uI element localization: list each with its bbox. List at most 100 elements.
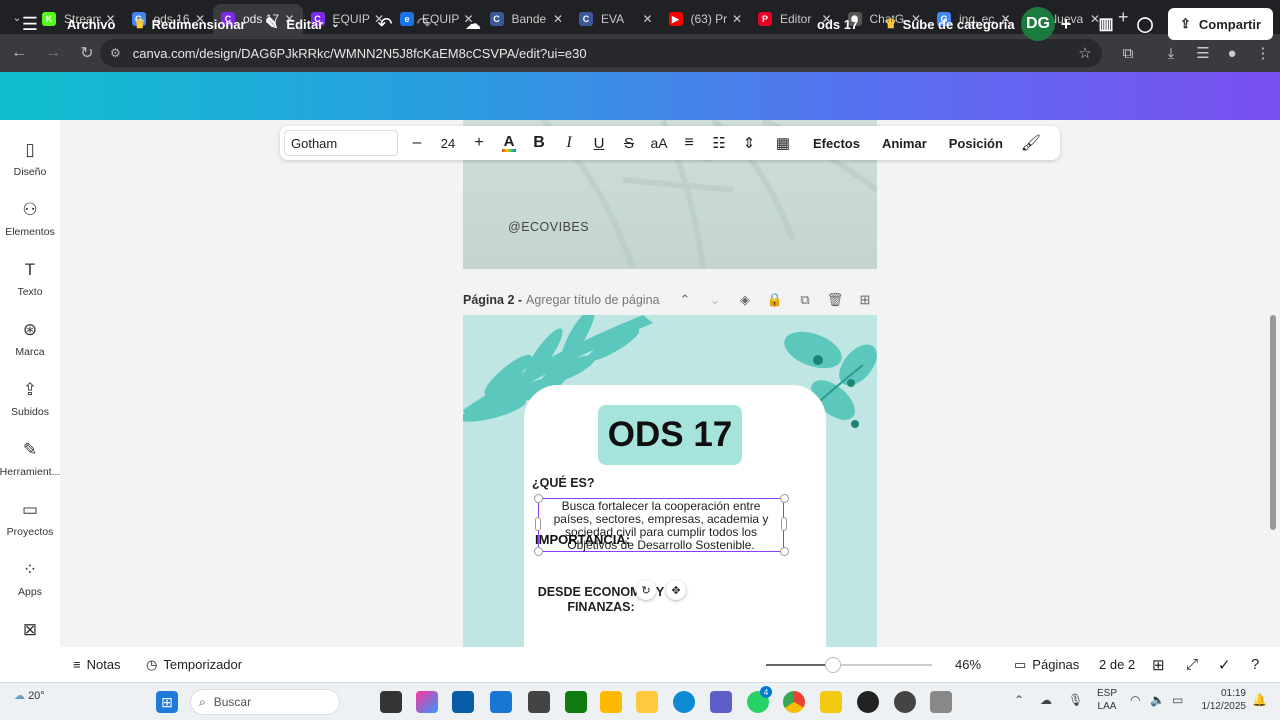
resize-handle-tr[interactable] <box>780 494 789 503</box>
download-icon[interactable]: ⤓ <box>1156 38 1186 68</box>
add-page-icon[interactable]: ⊞ <box>855 290 875 310</box>
design-title[interactable]: ods 17 <box>817 0 858 48</box>
list-icon[interactable]: ☷ <box>704 130 734 156</box>
strikethrough-icon[interactable]: S <box>614 130 644 156</box>
lock-icon[interactable]: 🔒 <box>765 290 785 310</box>
store-icon[interactable] <box>452 691 474 713</box>
resize-handle-tl[interactable] <box>534 494 543 503</box>
avatar[interactable]: DG <box>1021 7 1055 41</box>
zoom-slider[interactable] <box>766 647 932 682</box>
vscode-icon[interactable] <box>490 691 512 713</box>
copilot-icon[interactable] <box>416 691 438 713</box>
upgrade-button[interactable]: ♛ Sube de categoría <box>885 0 1015 48</box>
forward-icon[interactable]: → <box>38 38 68 68</box>
explorer-icon[interactable] <box>600 691 622 713</box>
underline-icon[interactable]: U <box>584 130 614 156</box>
battery-icon[interactable]: ▭ <box>1172 693 1183 707</box>
sidebar-item-7[interactable]: ⁘ Apps <box>0 558 60 614</box>
increase-size-button[interactable]: + <box>464 130 494 156</box>
que-es-heading[interactable]: ¿QUÉ ES? <box>532 476 595 490</box>
notes-button[interactable]: ≡ Notas <box>73 647 121 682</box>
taskbar-search[interactable]: ⌕ Buscar <box>190 689 340 715</box>
tray-app-icon[interactable]: ☁ <box>1040 693 1052 707</box>
sidebar-item-6[interactable]: ▭ Proyectos <box>0 498 60 554</box>
delete-page-icon[interactable]: 🗑 <box>825 290 845 310</box>
tray-chevron-icon[interactable]: ⌃ <box>1014 693 1024 707</box>
sidebar-item-0[interactable]: ▯ Diseño <box>0 138 60 194</box>
effects-button[interactable]: Efectos <box>802 130 871 156</box>
ecovibes-handle[interactable]: @ECOVIBES <box>508 220 589 234</box>
site-info-icon[interactable]: ⚙ <box>110 46 121 60</box>
browser-tab[interactable]: C EVA ✕ <box>571 4 661 34</box>
weather-widget[interactable]: ☁ 20° <box>14 689 45 702</box>
grid-view-icon[interactable]: ⊞ <box>1152 647 1165 682</box>
sidebar-item-5[interactable]: ✎ Herramient... <box>0 438 60 494</box>
chatgpt-icon[interactable] <box>857 691 879 713</box>
font-size-field[interactable]: 24 <box>432 130 464 156</box>
move-icon[interactable]: ✥ <box>666 580 686 600</box>
italic-icon[interactable]: I <box>554 130 584 156</box>
cloud-save-icon[interactable]: ☁ <box>462 0 484 48</box>
letter-case-icon[interactable]: aA <box>644 130 674 156</box>
transparency-icon[interactable]: ▦ <box>764 130 802 156</box>
profile-icon[interactable]: ● <box>1217 38 1247 68</box>
browser-tab[interactable]: ▶ (63) Pr ✕ <box>661 4 751 34</box>
bold-icon[interactable]: B <box>524 130 554 156</box>
hamburger-icon[interactable]: ☰ <box>18 0 42 48</box>
redimensionar-button[interactable]: ♛ Redimensionar <box>134 0 246 48</box>
format-painter-icon[interactable]: 🖌 <box>1014 130 1048 156</box>
wifi-icon[interactable]: ◠ <box>1130 693 1140 707</box>
sidebar-item-3[interactable]: ⊛ Marca <box>0 318 60 374</box>
spacing-icon[interactable]: ⇕ <box>734 130 764 156</box>
mic-icon[interactable]: 🎙 <box>1068 693 1083 707</box>
chrome-icon[interactable] <box>783 691 805 713</box>
page-2[interactable]: ODS 17 ¿QUÉ ES? Busca fortalecer la coop… <box>463 315 877 647</box>
decrease-size-button[interactable]: – <box>402 130 432 156</box>
check-icon[interactable]: ✓ <box>1218 647 1231 682</box>
edge-icon[interactable] <box>673 691 695 713</box>
comment-icon[interactable]: ◯ <box>1135 0 1155 48</box>
sidebar-item-1[interactable]: ⚇ Elementos <box>0 198 60 254</box>
position-button[interactable]: Posición <box>938 130 1014 156</box>
folder-icon[interactable] <box>636 691 658 713</box>
duplicate-page-icon[interactable]: ⧉ <box>795 290 815 310</box>
animate-button[interactable]: Animar <box>871 130 938 156</box>
resize-handle-left[interactable] <box>535 517 541 531</box>
add-collaborator-icon[interactable]: + <box>1058 0 1074 48</box>
undo-icon[interactable]: ↶ <box>375 0 395 48</box>
zoom-thumb[interactable] <box>825 656 841 673</box>
canvas-scrollbar[interactable] <box>1270 315 1276 530</box>
new-tab-icon[interactable]: + <box>1118 7 1129 28</box>
sidebar-item-2[interactable]: T Texto <box>0 258 60 314</box>
volume-icon[interactable]: 🔈 <box>1150 693 1165 707</box>
text-color-icon[interactable]: A <box>494 130 524 156</box>
add-page-title[interactable]: Agregar título de página <box>526 293 659 307</box>
teams-icon[interactable] <box>710 691 732 713</box>
help-icon[interactable]: ? <box>1251 647 1259 682</box>
page-up-icon[interactable]: ⌃ <box>675 290 695 310</box>
browser-tab[interactable]: C Bande ✕ <box>482 4 572 34</box>
insights-icon[interactable]: ▥ <box>1096 0 1116 48</box>
app-icon[interactable] <box>528 691 550 713</box>
ods-title[interactable]: ODS 17 <box>598 405 742 465</box>
redo-icon[interactable]: ↷ <box>414 0 434 48</box>
snipping-icon[interactable] <box>930 691 952 713</box>
browser-menu-icon[interactable]: ⋮ <box>1248 38 1278 68</box>
app-icon-2[interactable] <box>894 691 916 713</box>
pages-button[interactable]: ▭ Páginas <box>1014 647 1079 682</box>
rotate-icon[interactable]: ↻ <box>636 580 656 600</box>
taskview-icon[interactable] <box>380 691 402 713</box>
importancia-heading[interactable]: IMPORTANCIA: <box>535 532 630 547</box>
resize-handle-right[interactable] <box>781 517 787 531</box>
hide-page-icon[interactable]: ◈ <box>735 290 755 310</box>
align-center-icon[interactable]: ≡ <box>674 130 704 156</box>
tab-close-icon[interactable]: ✕ <box>732 12 742 26</box>
resize-handle-bl[interactable] <box>534 547 543 556</box>
tab-close-icon[interactable]: ✕ <box>553 12 563 26</box>
share-button[interactable]: ⇪ Compartir <box>1168 8 1273 40</box>
notifications-icon[interactable]: 🔔 <box>1252 693 1267 707</box>
powerbi-icon[interactable] <box>820 691 842 713</box>
fullscreen-icon[interactable]: ⤢ <box>1186 647 1198 682</box>
page-down-icon[interactable]: ⌄ <box>705 290 725 310</box>
timer-button[interactable]: ◷ Temporizador <box>146 647 242 682</box>
